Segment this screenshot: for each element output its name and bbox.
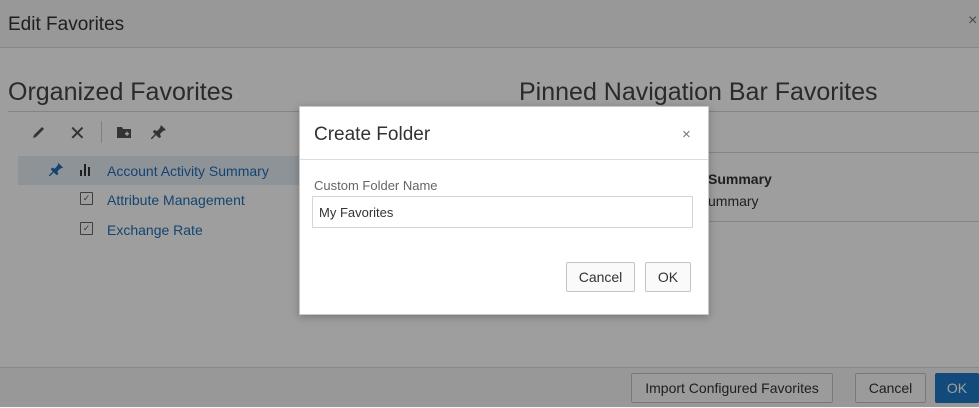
custom-folder-name-label: Custom Folder Name [314, 178, 438, 193]
modal-header: Create Folder × [300, 107, 708, 160]
modal-title: Create Folder [314, 124, 431, 145]
custom-folder-name-input[interactable] [312, 196, 693, 228]
modal-cancel-button[interactable]: Cancel [566, 262, 635, 292]
modal-ok-button[interactable]: OK [645, 262, 691, 292]
modal-close-icon[interactable]: × [682, 126, 691, 143]
create-folder-dialog: Create Folder × Custom Folder Name Cance… [299, 106, 709, 315]
